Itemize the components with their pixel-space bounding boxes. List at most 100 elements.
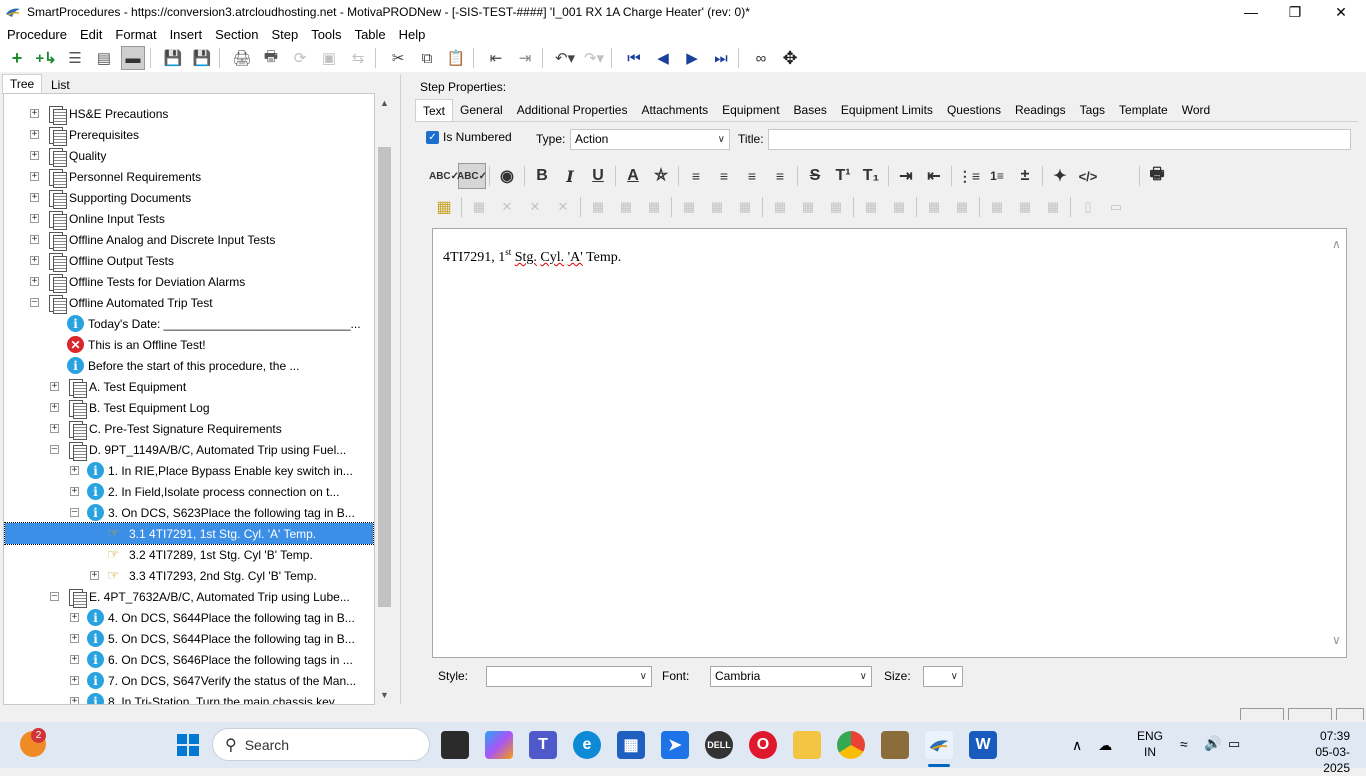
numbered-list-icon[interactable]: 1≡ <box>983 163 1011 189</box>
indent-icon[interactable]: ⇤ <box>484 46 508 70</box>
tree-node[interactable]: ✕ This is an Offline Test! <box>67 334 206 355</box>
tree-node[interactable]: E. 4PT_7632A/B/C, Automated Trip using L… <box>67 586 350 608</box>
next-icon[interactable]: ▶ <box>680 46 704 70</box>
tree-node[interactable]: C. Pre-Test Signature Requirements <box>67 418 282 440</box>
tree-node[interactable]: i 3. On DCS, S623Place the following tag … <box>87 502 355 523</box>
step-text-content[interactable]: 4TI7291, 1st Stg. Cyl. 'A' Temp. <box>443 247 621 266</box>
remote-app-icon[interactable] <box>881 731 909 759</box>
tree-node[interactable]: D. 9PT_1149A/B/C, Automated Trip using F… <box>67 439 346 461</box>
scroll-down-icon[interactable]: ▼ <box>376 687 393 703</box>
expand-icon[interactable]: + <box>30 235 39 244</box>
list-icon[interactable]: ☰ <box>63 46 87 70</box>
tree-node[interactable]: i 6. On DCS, S646Place the following tags… <box>87 649 353 670</box>
table-op-icon[interactable]: ▦ <box>1039 194 1067 220</box>
superscript-icon[interactable]: T¹ <box>829 163 857 189</box>
refresh-icon[interactable]: ⟳ <box>288 46 312 70</box>
collapse-icon[interactable]: – <box>30 298 39 307</box>
tab-equipment-limits[interactable]: Equipment Limits <box>834 99 940 121</box>
chevron-up-icon[interactable]: ∧ <box>1332 237 1341 251</box>
toggle-view-icon[interactable]: ▬ <box>121 46 145 70</box>
chevron-down-icon[interactable]: ∨ <box>1332 633 1341 647</box>
tab-questions[interactable]: Questions <box>940 99 1008 121</box>
tree-node-selected[interactable]: ☞ 3.1 4TI7291, 1st Stg. Cyl. 'A' Temp. <box>4 522 374 545</box>
expand-icon[interactable]: + <box>50 403 59 412</box>
paste-icon[interactable]: 📋 <box>444 46 468 70</box>
tree-node[interactable]: A. Test Equipment <box>67 376 186 398</box>
step-text-editor[interactable]: 4TI7291, 1st Stg. Cyl. 'A' Temp. ∧ ∨ <box>432 228 1347 658</box>
table-op-icon[interactable]: ▦ <box>822 194 850 220</box>
collapse-icon[interactable]: – <box>50 445 59 454</box>
expand-icon[interactable]: + <box>70 655 79 664</box>
scroll-up-icon[interactable]: ▲ <box>376 95 393 111</box>
tree-node[interactable]: i 1. In RIE,Place Bypass Enable key switc… <box>87 460 353 481</box>
title-input[interactable] <box>768 129 1351 150</box>
publish-icon[interactable]: 🖨 <box>230 46 254 70</box>
tree-node[interactable]: i 2. In Field,Isolate process connection … <box>87 481 339 502</box>
expand-icon[interactable]: + <box>50 382 59 391</box>
collapse-icon[interactable]: – <box>70 508 79 517</box>
restore-button[interactable]: ❐ <box>1272 0 1318 24</box>
battery-icon[interactable]: ▭ <box>1228 736 1240 752</box>
tree-node[interactable]: ☞ 3.3 4TI7293, 2nd Stg. Cyl 'B' Temp. <box>107 565 317 586</box>
strikethrough-icon[interactable]: S <box>801 163 829 189</box>
table-op-icon[interactable]: ▦ <box>920 194 948 220</box>
pane-splitter[interactable] <box>400 74 407 704</box>
expand-icon[interactable]: + <box>30 256 39 265</box>
subscript-icon[interactable]: T₁ <box>857 163 885 189</box>
word-icon[interactable]: W <box>969 731 997 759</box>
save-as-icon[interactable]: 💾 <box>161 46 185 70</box>
undo-icon[interactable]: ↶▾ <box>553 46 577 70</box>
power-automate-icon[interactable]: ➤ <box>661 731 689 759</box>
menu-section[interactable]: Section <box>208 27 264 42</box>
tree-node[interactable]: i 8. In Tri-Station, Turn the main chassi… <box>87 691 344 704</box>
tab-equipment[interactable]: Equipment <box>715 99 786 121</box>
start-icon[interactable] <box>174 731 202 759</box>
chrome-icon[interactable] <box>837 731 865 759</box>
language-indicator[interactable]: ENG IN <box>1136 728 1164 760</box>
tree-node[interactable]: Offline Output Tests <box>47 250 174 272</box>
font-color-icon[interactable]: A <box>619 163 647 189</box>
wifi-icon[interactable]: ≈ <box>1180 736 1188 752</box>
save-icon[interactable]: 💾 <box>190 46 214 70</box>
html-source-icon[interactable]: </> <box>1074 163 1102 189</box>
table-op-icon[interactable]: ▦ <box>983 194 1011 220</box>
table-op-icon[interactable]: ▦ <box>794 194 822 220</box>
is-numbered-checkbox[interactable]: ✓ Is Numbered <box>426 130 512 144</box>
opera-icon[interactable]: O <box>749 731 777 759</box>
expand-icon[interactable]: + <box>70 466 79 475</box>
tree-node[interactable]: HS&E Precautions <box>47 103 168 125</box>
network-app-icon[interactable]: ☁ <box>1098 737 1112 754</box>
table-op-icon[interactable]: ▦ <box>612 194 640 220</box>
table-op-icon[interactable]: ▦ <box>703 194 731 220</box>
expand-icon[interactable]: + <box>50 424 59 433</box>
expand-icon[interactable]: + <box>70 634 79 643</box>
copy-icon[interactable]: ⧉ <box>415 46 439 70</box>
table-op-icon[interactable]: ▦ <box>731 194 759 220</box>
store-icon[interactable]: ▦ <box>617 731 645 759</box>
expand-icon[interactable]: + <box>30 193 39 202</box>
spellcheck-icon[interactable]: ABC✓ <box>429 163 459 189</box>
table-op-icon[interactable]: ▦ <box>885 194 913 220</box>
first-icon[interactable]: ⏮ <box>622 46 646 70</box>
tree-node[interactable]: ☞ 3.2 4TI7289, 1st Stg. Cyl 'B' Temp. <box>107 544 313 565</box>
bold-icon[interactable]: B <box>528 163 556 189</box>
align-right-icon[interactable]: ≡ <box>738 163 766 189</box>
bullet-list-icon[interactable]: ⋮≡ <box>955 163 983 189</box>
tree-node[interactable]: Personnel Requirements <box>47 166 201 188</box>
auto-spellcheck-icon[interactable]: ABC✓ <box>457 163 487 189</box>
tree-node[interactable]: Quality <box>47 145 106 167</box>
redo-icon[interactable]: ↷▾ <box>582 46 606 70</box>
copilot-icon[interactable] <box>485 731 513 759</box>
expand-icon[interactable]: + <box>30 130 39 139</box>
table-op-icon[interactable]: ▦ <box>948 194 976 220</box>
indent-increase-icon[interactable]: ⇥ <box>892 163 920 189</box>
tree-node[interactable]: Offline Analog and Discrete Input Tests <box>47 229 275 251</box>
menu-edit[interactable]: Edit <box>73 27 108 42</box>
table-op-icon[interactable]: ✕ <box>549 194 577 220</box>
cut-icon[interactable]: ✂ <box>386 46 410 70</box>
tab-bases[interactable]: Bases <box>787 99 834 121</box>
taskbar-search[interactable]: ⚲ Search <box>212 728 430 761</box>
expand-icon[interactable]: + <box>30 172 39 181</box>
menu-step[interactable]: Step <box>264 27 304 42</box>
smartprocedures-taskbar-icon[interactable] <box>925 731 953 759</box>
